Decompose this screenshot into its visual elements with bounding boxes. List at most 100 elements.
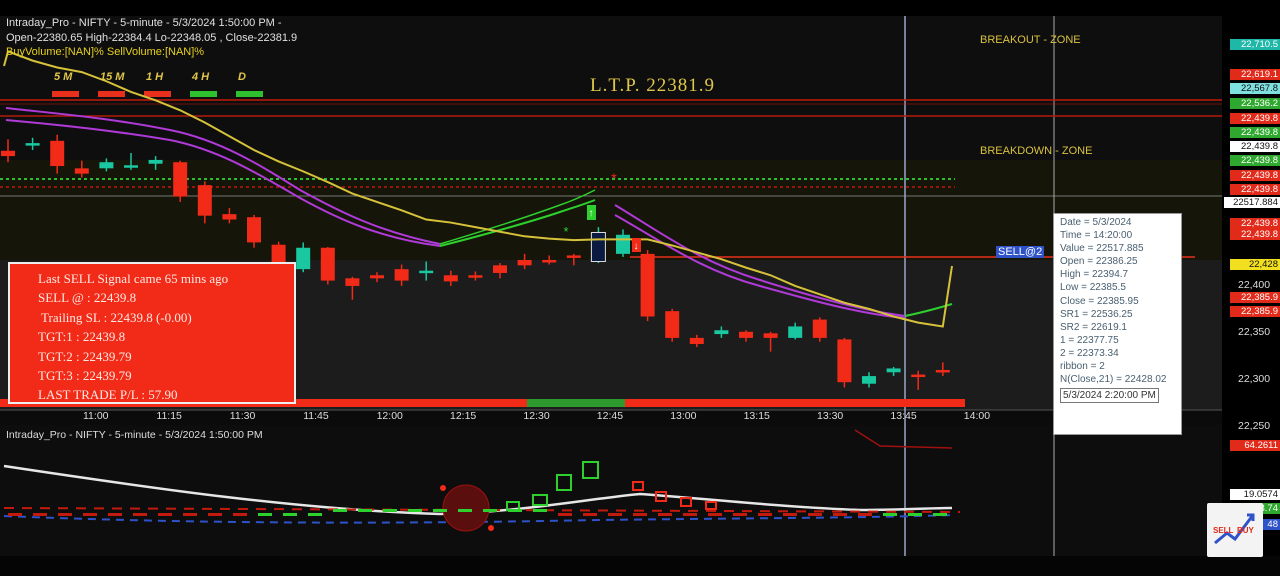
timeframe-label: 1 H bbox=[146, 71, 164, 83]
svg-text:BUY: BUY bbox=[1237, 526, 1255, 535]
indicator-dash bbox=[633, 513, 647, 516]
price-tag: 22,439.8 bbox=[1230, 229, 1280, 240]
indicator-dash bbox=[508, 509, 522, 512]
bottom-bar bbox=[0, 556, 1280, 576]
svg-text:SELL: SELL bbox=[1213, 526, 1234, 535]
sell-marker-label: SELL@2 bbox=[996, 246, 1045, 258]
price-tick-label: 22,400 bbox=[1238, 279, 1271, 291]
trend-bar-red-2 bbox=[625, 399, 965, 407]
price-tag: 22,567.8 bbox=[1230, 83, 1280, 94]
signal-line-5: TGT:2 : 22439.79 bbox=[38, 348, 132, 364]
indicator-header: Intraday_Pro - NIFTY - 5-minute - 5/3/20… bbox=[6, 429, 263, 441]
candle bbox=[837, 337, 852, 388]
price-tag: 22,439.8 bbox=[1230, 184, 1280, 195]
indicator-dash bbox=[58, 513, 72, 516]
data-tooltip: Date = 5/3/2024 Time = 14:20:00 Value = 22… bbox=[1053, 213, 1182, 435]
candle bbox=[640, 250, 655, 322]
price-tag: 22,385.9 bbox=[1230, 292, 1280, 303]
price-tag: 22,385.9 bbox=[1230, 306, 1280, 317]
time-tick-label: 13:30 bbox=[817, 410, 844, 422]
price-tag: 22,439.8 bbox=[1230, 170, 1280, 181]
timeframe-label: D bbox=[238, 71, 246, 83]
tooltip-line: Time = 14:20:00 bbox=[1060, 230, 1133, 242]
time-tick-label: 11:45 bbox=[303, 410, 329, 422]
indicator-dash bbox=[108, 513, 122, 516]
indicator-dash bbox=[658, 513, 672, 516]
tooltip-line: SR2 = 22619.1 bbox=[1060, 321, 1127, 333]
timeframe-bar bbox=[144, 91, 171, 97]
indicator-dash bbox=[858, 513, 872, 516]
indicator-dash bbox=[8, 513, 22, 516]
timeframe-bar bbox=[190, 91, 217, 97]
signal-line-4: TGT:1 : 22439.8 bbox=[38, 329, 126, 345]
timeframe-bar bbox=[52, 91, 79, 97]
price-tag: 22,619.1 bbox=[1230, 69, 1280, 80]
time-tick-label: 12:15 bbox=[450, 410, 477, 422]
indicator-circle-marker bbox=[442, 484, 490, 532]
time-tick-label: 11:00 bbox=[83, 410, 109, 422]
indicator-dash bbox=[408, 509, 422, 512]
tooltip-line: Open = 22386.25 bbox=[1060, 256, 1138, 268]
signal-line-7: LAST TRADE P/L : 57.90 bbox=[38, 387, 178, 403]
tooltip-line: High = 22394.7 bbox=[1060, 269, 1129, 281]
breakdown-zone-label: BREAKDOWN - ZONE bbox=[980, 145, 1093, 157]
indicator-dash bbox=[333, 509, 347, 512]
tooltip-line: Value = 22517.885 bbox=[1060, 243, 1144, 255]
indicator-dash bbox=[358, 509, 372, 512]
indicator-dash bbox=[833, 513, 847, 516]
price-tag: 22517.884 bbox=[1224, 197, 1280, 208]
signal-line-2: SELL @ : 22439.8 bbox=[38, 290, 137, 306]
ltp-label: L.T.P. 22381.9 bbox=[590, 75, 716, 96]
tooltip-footer: 5/3/2024 2:20:00 PM bbox=[1060, 388, 1159, 404]
candle bbox=[665, 308, 680, 342]
green-star-marker: * bbox=[563, 224, 568, 239]
time-tick-label: 13:15 bbox=[743, 410, 770, 422]
indicator-dash bbox=[683, 513, 697, 516]
indicator-dash bbox=[533, 509, 547, 512]
indicator-dash bbox=[483, 509, 497, 512]
indicator-dash bbox=[783, 513, 797, 516]
price-tag: 22,439.8 bbox=[1230, 141, 1280, 152]
timeframe-bar bbox=[98, 91, 125, 97]
candle bbox=[590, 227, 606, 264]
indicator-dash bbox=[83, 513, 97, 516]
signal-line-6: TGT:3 : 22439.79 bbox=[38, 368, 132, 384]
price-tag: 22,439.8 bbox=[1230, 113, 1280, 124]
indicator-dash bbox=[33, 513, 47, 516]
price-tag: 22,439.8 bbox=[1230, 155, 1280, 166]
tooltip-line: N(Close,21) = 22428.02 bbox=[1060, 374, 1167, 386]
header-line-3: BuyVolume:[NAN]% SellVolume:[NAN]% bbox=[6, 46, 205, 58]
tooltip-line: Low = 22385.5 bbox=[1060, 282, 1126, 294]
logo-graphic: SELL BUY bbox=[1213, 513, 1255, 545]
indicator-dash bbox=[433, 509, 447, 512]
candle bbox=[173, 160, 188, 202]
indicator-dash bbox=[708, 513, 722, 516]
indicator-dash bbox=[383, 509, 397, 512]
chart-window: ↑ ↓ * * Intraday_Pro - NIFTY - 5-minute … bbox=[0, 0, 1280, 576]
price-tag: 22,439.8 bbox=[1230, 127, 1280, 138]
timeframe-label: 4 H bbox=[192, 71, 210, 83]
indicator-dash bbox=[933, 513, 947, 516]
time-tick-label: 12:45 bbox=[596, 410, 624, 422]
indicator-dash bbox=[608, 513, 622, 516]
tooltip-line: Close = 22385.95 bbox=[1060, 295, 1139, 307]
breakout-zone-label: BREAKOUT - ZONE bbox=[980, 34, 1081, 46]
price-tick-label: 22,250 bbox=[1238, 420, 1271, 432]
price-tick-label: 22,350 bbox=[1238, 326, 1271, 338]
tooltip-line: ribbon = 2 bbox=[1060, 361, 1105, 373]
timeframe-label: 15 M bbox=[100, 71, 125, 83]
signal-line-3: Trailing SL : 22439.8 (-0.00) bbox=[41, 309, 192, 325]
time-tick-label: 14:00 bbox=[963, 410, 991, 422]
price-tag: 22,439.8 bbox=[1230, 218, 1280, 229]
indicator-dash bbox=[208, 513, 222, 516]
price-tag: 19.0574 bbox=[1230, 489, 1280, 500]
red-star-marker: * bbox=[611, 170, 617, 186]
time-tick-label: 13:00 bbox=[670, 410, 697, 422]
header-line-1: Intraday_Pro - NIFTY - 5-minute - 5/3/20… bbox=[6, 17, 282, 29]
signal-line-1: Last SELL Signal came 65 mins ago bbox=[38, 271, 229, 286]
timeframe-bar bbox=[236, 91, 263, 97]
indicator-dash bbox=[258, 513, 272, 516]
price-tag: 22,536.2 bbox=[1230, 98, 1280, 109]
time-tick-label: 11:30 bbox=[229, 410, 256, 422]
trend-bar-green bbox=[527, 399, 625, 407]
